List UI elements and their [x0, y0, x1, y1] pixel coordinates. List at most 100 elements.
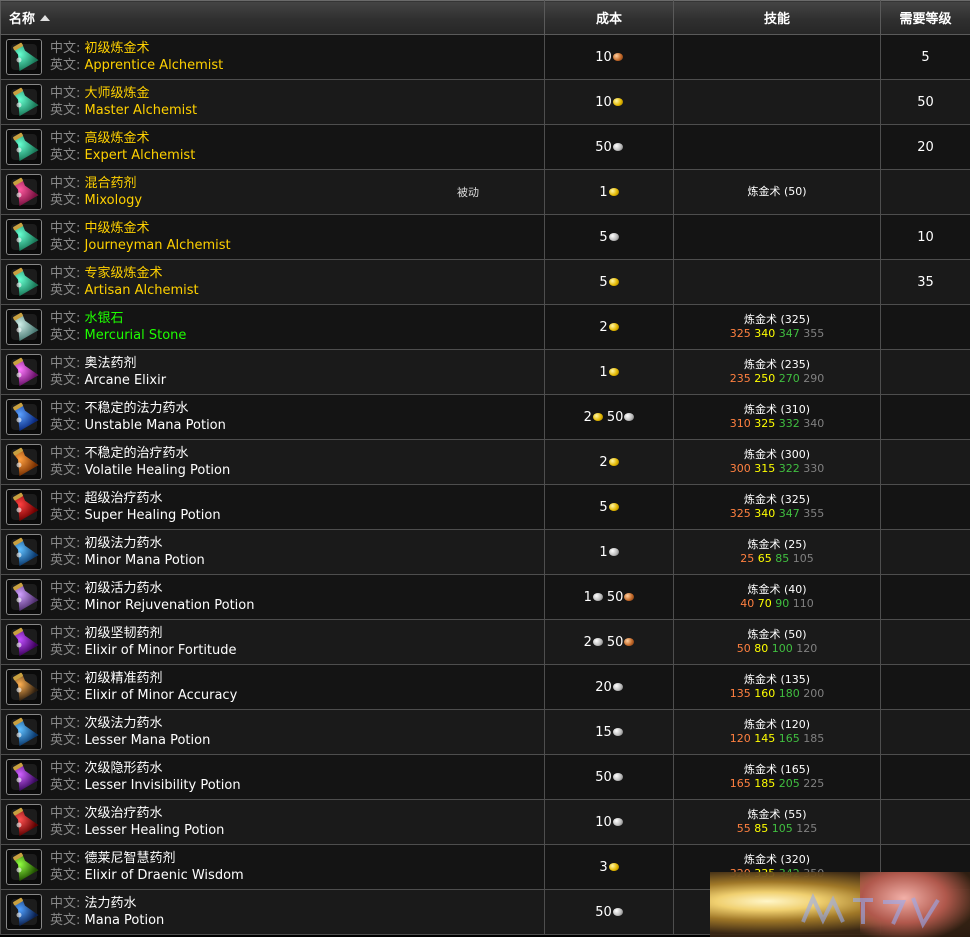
table-row[interactable]: 中文: 初级精准药剂 英文: Elixir of Minor Accuracy 20… — [0, 664, 970, 710]
purple-box-icon[interactable] — [6, 579, 42, 615]
table-row[interactable]: 中文: 高级炼金术 英文: Expert Alchemist 50 20 — [0, 124, 970, 170]
recipe-name-en-link[interactable]: Super Healing Potion — [85, 508, 221, 523]
purple-potion-icon[interactable] — [6, 759, 42, 795]
recipe-name-en-link[interactable]: Mercurial Stone — [85, 328, 187, 343]
skill-ranks: 235 250 270 290 — [674, 372, 880, 386]
table-row[interactable]: 中文: 专家级炼金术 英文: Artisan Alchemist 5 35 — [0, 259, 970, 305]
table-row[interactable]: 中文: 次级法力药水 英文: Lesser Mana Potion 15 炼金术 (1… — [0, 709, 970, 755]
alchemy-flask-icon[interactable] — [6, 219, 42, 255]
recipe-name-zh-link[interactable]: 次级治疗药水 — [85, 806, 163, 821]
cost-amount: 50 — [595, 769, 612, 785]
table-row[interactable]: 中文: 次级隐形药水 英文: Lesser Invisibility Potion… — [0, 754, 970, 800]
level-cell — [880, 574, 970, 620]
table-row[interactable]: 中文: 不稳定的法力药水 英文: Unstable Mana Potion 2 50 炼… — [0, 394, 970, 440]
en-prefix-label: 英文: — [50, 778, 81, 793]
recipe-name-zh-link[interactable]: 初级精准药剂 — [85, 671, 163, 686]
recipe-name-en-link[interactable]: Elixir of Minor Accuracy — [85, 688, 238, 703]
skill-rank-1: 120 — [729, 732, 751, 745]
purple-vial-icon[interactable] — [6, 624, 42, 660]
alchemy-flask-icon[interactable] — [6, 39, 42, 75]
recipe-name-en-link[interactable]: Arcane Elixir — [85, 373, 167, 388]
en-prefix-label: 英文: — [50, 193, 81, 208]
recipe-name-en-link[interactable]: Master Alchemist — [85, 103, 198, 118]
table-row[interactable]: 中文: 初级坚韧药剂 英文: Elixir of Minor Fortitude 2… — [0, 619, 970, 665]
mixology-icon[interactable] — [6, 174, 42, 210]
red-potion-icon[interactable] — [6, 489, 42, 525]
recipe-name-en-link[interactable]: Lesser Mana Potion — [85, 733, 211, 748]
table-row[interactable]: 中文: 水银石 英文: Mercurial Stone 2 炼金术 (325) 325 … — [0, 304, 970, 350]
recipe-name-zh-link[interactable]: 次级隐形药水 — [85, 761, 163, 776]
recipe-name-zh-link[interactable]: 初级炼金术 — [85, 41, 150, 56]
skill-ranks: 165 185 205 225 — [674, 777, 880, 791]
recipe-name-zh-link[interactable]: 初级坚韧药剂 — [85, 626, 163, 641]
table-row[interactable]: 中文: 大师级炼金 英文: Master Alchemist 10 50 — [0, 79, 970, 125]
recipe-name-zh-link[interactable]: 不稳定的法力药水 — [85, 401, 189, 416]
recipe-name-en-link[interactable]: Mana Potion — [85, 913, 165, 928]
table-row[interactable]: 中文: 中级炼金术 英文: Journeyman Alchemist 5 10 — [0, 214, 970, 260]
recipe-name-zh-link[interactable]: 专家级炼金术 — [85, 266, 163, 281]
blue-vial-icon[interactable] — [6, 534, 42, 570]
cost-amount: 50 — [606, 409, 624, 425]
table-row[interactable]: 中文: 次级治疗药水 英文: Lesser Healing Potion 10 炼金术… — [0, 799, 970, 845]
cost-amount: 5 — [599, 499, 608, 515]
recipe-name-en-link[interactable]: Elixir of Draenic Wisdom — [85, 868, 244, 883]
recipe-name-en-link[interactable]: Journeyman Alchemist — [85, 238, 231, 253]
recipe-name-zh-link[interactable]: 高级炼金术 — [85, 131, 150, 146]
cost-cell: 5 — [544, 259, 674, 305]
recipe-name-zh-link[interactable]: 中级炼金术 — [85, 221, 150, 236]
recipe-name-en-link[interactable]: Apprentice Alchemist — [85, 58, 224, 73]
silver-coin-icon — [592, 637, 603, 646]
recipe-name-en-link[interactable]: Elixir of Minor Fortitude — [85, 643, 237, 658]
column-header-level[interactable]: 需要等级 — [880, 0, 970, 35]
blue-vial-icon[interactable] — [6, 714, 42, 750]
recipe-name-zh-link[interactable]: 初级活力药水 — [85, 581, 163, 596]
column-header-skill[interactable]: 技能 — [673, 0, 881, 35]
skill-cell: 炼金术 (50) 50 80 100 120 — [673, 619, 881, 665]
cost-amount: 2 — [583, 634, 592, 650]
recipe-name-zh-link[interactable]: 德莱尼智慧药剂 — [85, 851, 176, 866]
table-row[interactable]: 中文: 混合药剂 英文: Mixology 被动 1 炼金术 (50) — [0, 169, 970, 215]
recipe-name-zh-link[interactable]: 混合药剂 — [85, 176, 137, 191]
blue-square-potion-icon[interactable] — [6, 894, 42, 930]
recipe-name-en-link[interactable]: Lesser Invisibility Potion — [85, 778, 241, 793]
recipe-name-en-link[interactable]: Artisan Alchemist — [85, 283, 199, 298]
recipe-name-en-link[interactable]: Minor Rejuvenation Potion — [85, 598, 255, 613]
table-row[interactable]: 中文: 初级炼金术 英文: Apprentice Alchemist 10 5 — [0, 34, 970, 80]
recipe-name-zh-link[interactable]: 大师级炼金 — [85, 86, 150, 101]
alchemy-flask-icon[interactable] — [6, 129, 42, 165]
mercurial-stone-icon[interactable] — [6, 309, 42, 345]
table-row[interactable]: 中文: 奥法药剂 英文: Arcane Elixir 1 炼金术 (235) 235 2… — [0, 349, 970, 395]
skill-requirement: 炼金术 (165) — [743, 763, 811, 776]
table-row[interactable]: 中文: 超级治疗药水 英文: Super Healing Potion 5 炼金术 (… — [0, 484, 970, 530]
recipe-name-en-link[interactable]: Minor Mana Potion — [85, 553, 205, 568]
recipe-name-en-link[interactable]: Lesser Healing Potion — [85, 823, 225, 838]
recipe-name-zh-link[interactable]: 超级治疗药水 — [85, 491, 163, 506]
skill-rank-2: 250 — [754, 372, 776, 385]
red-vial-icon[interactable] — [6, 804, 42, 840]
recipe-name-zh-link[interactable]: 法力药水 — [85, 896, 137, 911]
dark-flask-icon[interactable] — [6, 669, 42, 705]
table-row[interactable]: 中文: 初级法力药水 英文: Minor Mana Potion 1 炼金术 (25)… — [0, 529, 970, 575]
recipe-name-zh-link[interactable]: 奥法药剂 — [85, 356, 137, 371]
table-row[interactable]: 中文: 初级活力药水 英文: Minor Rejuvenation Potion 1… — [0, 574, 970, 620]
orange-potion-icon[interactable] — [6, 444, 42, 480]
recipe-name-zh-link[interactable]: 次级法力药水 — [85, 716, 163, 731]
silver-coin-icon — [612, 772, 623, 781]
recipe-name-en-link[interactable]: Unstable Mana Potion — [85, 418, 226, 433]
recipe-name-en-link[interactable]: Mixology — [85, 193, 143, 208]
arcane-elixir-icon[interactable] — [6, 354, 42, 390]
blue-potion-icon[interactable] — [6, 399, 42, 435]
green-potion-icon[interactable] — [6, 849, 42, 885]
alchemy-flask-icon[interactable] — [6, 264, 42, 300]
skill-rank-1: 235 — [729, 372, 751, 385]
column-header-cost[interactable]: 成本 — [544, 0, 674, 35]
alchemy-flask-icon[interactable] — [6, 84, 42, 120]
recipe-name-en-link[interactable]: Volatile Healing Potion — [85, 463, 231, 478]
column-header-name[interactable]: 名称 — [0, 0, 545, 35]
skill-rank-2: 145 — [754, 732, 776, 745]
recipe-name-zh-link[interactable]: 不稳定的治疗药水 — [85, 446, 189, 461]
recipe-name-en-link[interactable]: Expert Alchemist — [85, 148, 196, 163]
table-row[interactable]: 中文: 不稳定的治疗药水 英文: Volatile Healing Potion 2… — [0, 439, 970, 485]
recipe-name-zh-link[interactable]: 初级法力药水 — [85, 536, 163, 551]
recipe-name-zh-link[interactable]: 水银石 — [85, 311, 124, 326]
